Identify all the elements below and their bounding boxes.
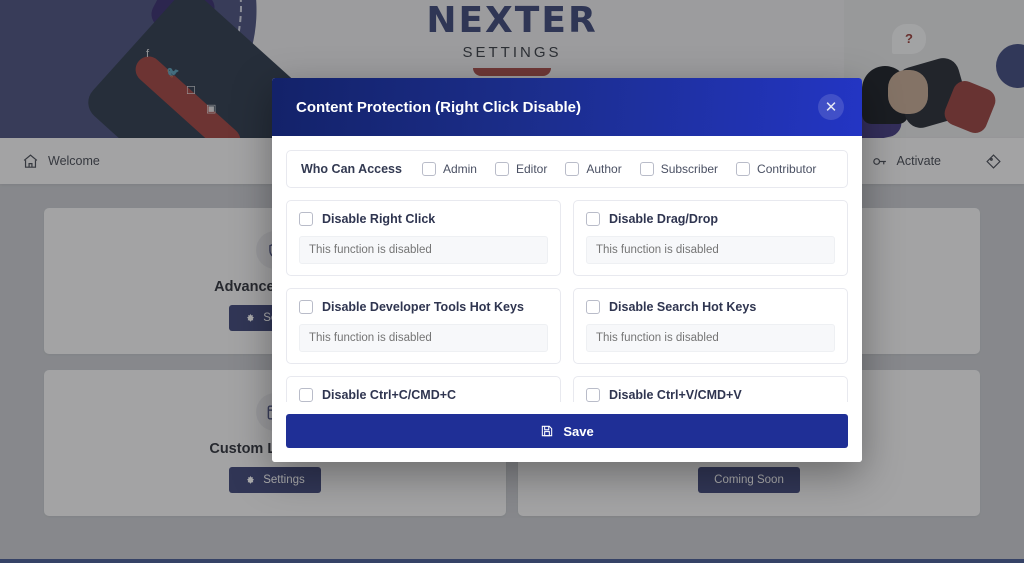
feature-header[interactable]: Disable Right Click (299, 212, 548, 226)
role-author[interactable]: Author (565, 162, 622, 176)
role-checkbox-group: Admin Editor Author Subscriber Contribut… (421, 162, 816, 176)
role-label: Contributor (757, 162, 817, 176)
checkbox-disable-ctrl-c[interactable] (299, 388, 313, 402)
feature-header[interactable]: Disable Search Hot Keys (586, 300, 835, 314)
feature-header[interactable]: Disable Drag/Drop (586, 212, 835, 226)
modal-body[interactable]: Who Can Access Admin Editor Author Subsc… (272, 136, 862, 402)
feature-label: Disable Ctrl+V/CMD+V (609, 388, 742, 402)
feature-label: Disable Ctrl+C/CMD+C (322, 388, 457, 402)
modal-overlay[interactable]: Content Protection (Right Click Disable)… (0, 0, 1024, 563)
modal-title: Content Protection (Right Click Disable) (296, 98, 582, 116)
content-protection-modal: Content Protection (Right Click Disable)… (272, 78, 862, 462)
message-input-search-hotkeys[interactable] (586, 324, 835, 352)
checkbox-disable-drag-drop[interactable] (586, 212, 600, 226)
checkbox-author[interactable] (565, 162, 580, 176)
checkbox-disable-devtools-hotkeys[interactable] (299, 300, 313, 314)
save-button-label: Save (563, 423, 594, 439)
feature-header[interactable]: Disable Ctrl+C/CMD+C (299, 388, 548, 402)
feature-header[interactable]: Disable Ctrl+V/CMD+V (586, 388, 835, 402)
checkbox-disable-right-click[interactable] (299, 212, 313, 226)
feature-disable-ctrl-v: Disable Ctrl+V/CMD+V (573, 376, 848, 402)
role-subscriber[interactable]: Subscriber (639, 162, 719, 176)
modal-header: Content Protection (Right Click Disable)… (272, 78, 862, 136)
save-button[interactable]: Save (286, 414, 848, 448)
feature-disable-drag-drop: Disable Drag/Drop (573, 200, 848, 276)
checkbox-editor[interactable] (494, 162, 509, 176)
feature-disable-ctrl-c: Disable Ctrl+C/CMD+C (286, 376, 561, 402)
who-can-access-label: Who Can Access (301, 162, 402, 176)
feature-label: Disable Search Hot Keys (609, 300, 757, 314)
checkbox-subscriber[interactable] (639, 162, 654, 176)
role-contributor[interactable]: Contributor (736, 162, 816, 176)
checkbox-admin[interactable] (421, 162, 436, 176)
checkbox-disable-ctrl-v[interactable] (586, 388, 600, 402)
feature-label: Disable Developer Tools Hot Keys (322, 300, 524, 314)
checkbox-contributor[interactable] (736, 162, 751, 176)
modal-footer: Save (272, 402, 862, 462)
close-icon[interactable]: ✕ (818, 94, 844, 120)
role-label: Admin (442, 162, 477, 176)
message-input-devtools-hotkeys[interactable] (299, 324, 548, 352)
role-label: Editor (515, 162, 548, 176)
role-label: Author (586, 162, 622, 176)
feature-disable-search-hotkeys: Disable Search Hot Keys (573, 288, 848, 364)
feature-grid: Disable Right Click Disable Drag/Drop Di… (286, 200, 848, 402)
message-input-drag-drop[interactable] (586, 236, 835, 264)
role-label: Subscriber (660, 162, 719, 176)
feature-disable-right-click: Disable Right Click (286, 200, 561, 276)
role-admin[interactable]: Admin (421, 162, 477, 176)
feature-label: Disable Drag/Drop (609, 212, 719, 226)
checkbox-disable-search-hotkeys[interactable] (586, 300, 600, 314)
feature-header[interactable]: Disable Developer Tools Hot Keys (299, 300, 548, 314)
message-input-right-click[interactable] (299, 236, 548, 264)
feature-disable-devtools-hotkeys: Disable Developer Tools Hot Keys (286, 288, 561, 364)
feature-label: Disable Right Click (322, 212, 436, 226)
who-can-access-row: Who Can Access Admin Editor Author Subsc… (286, 150, 848, 188)
role-editor[interactable]: Editor (494, 162, 548, 176)
save-disk-icon (542, 425, 553, 437)
